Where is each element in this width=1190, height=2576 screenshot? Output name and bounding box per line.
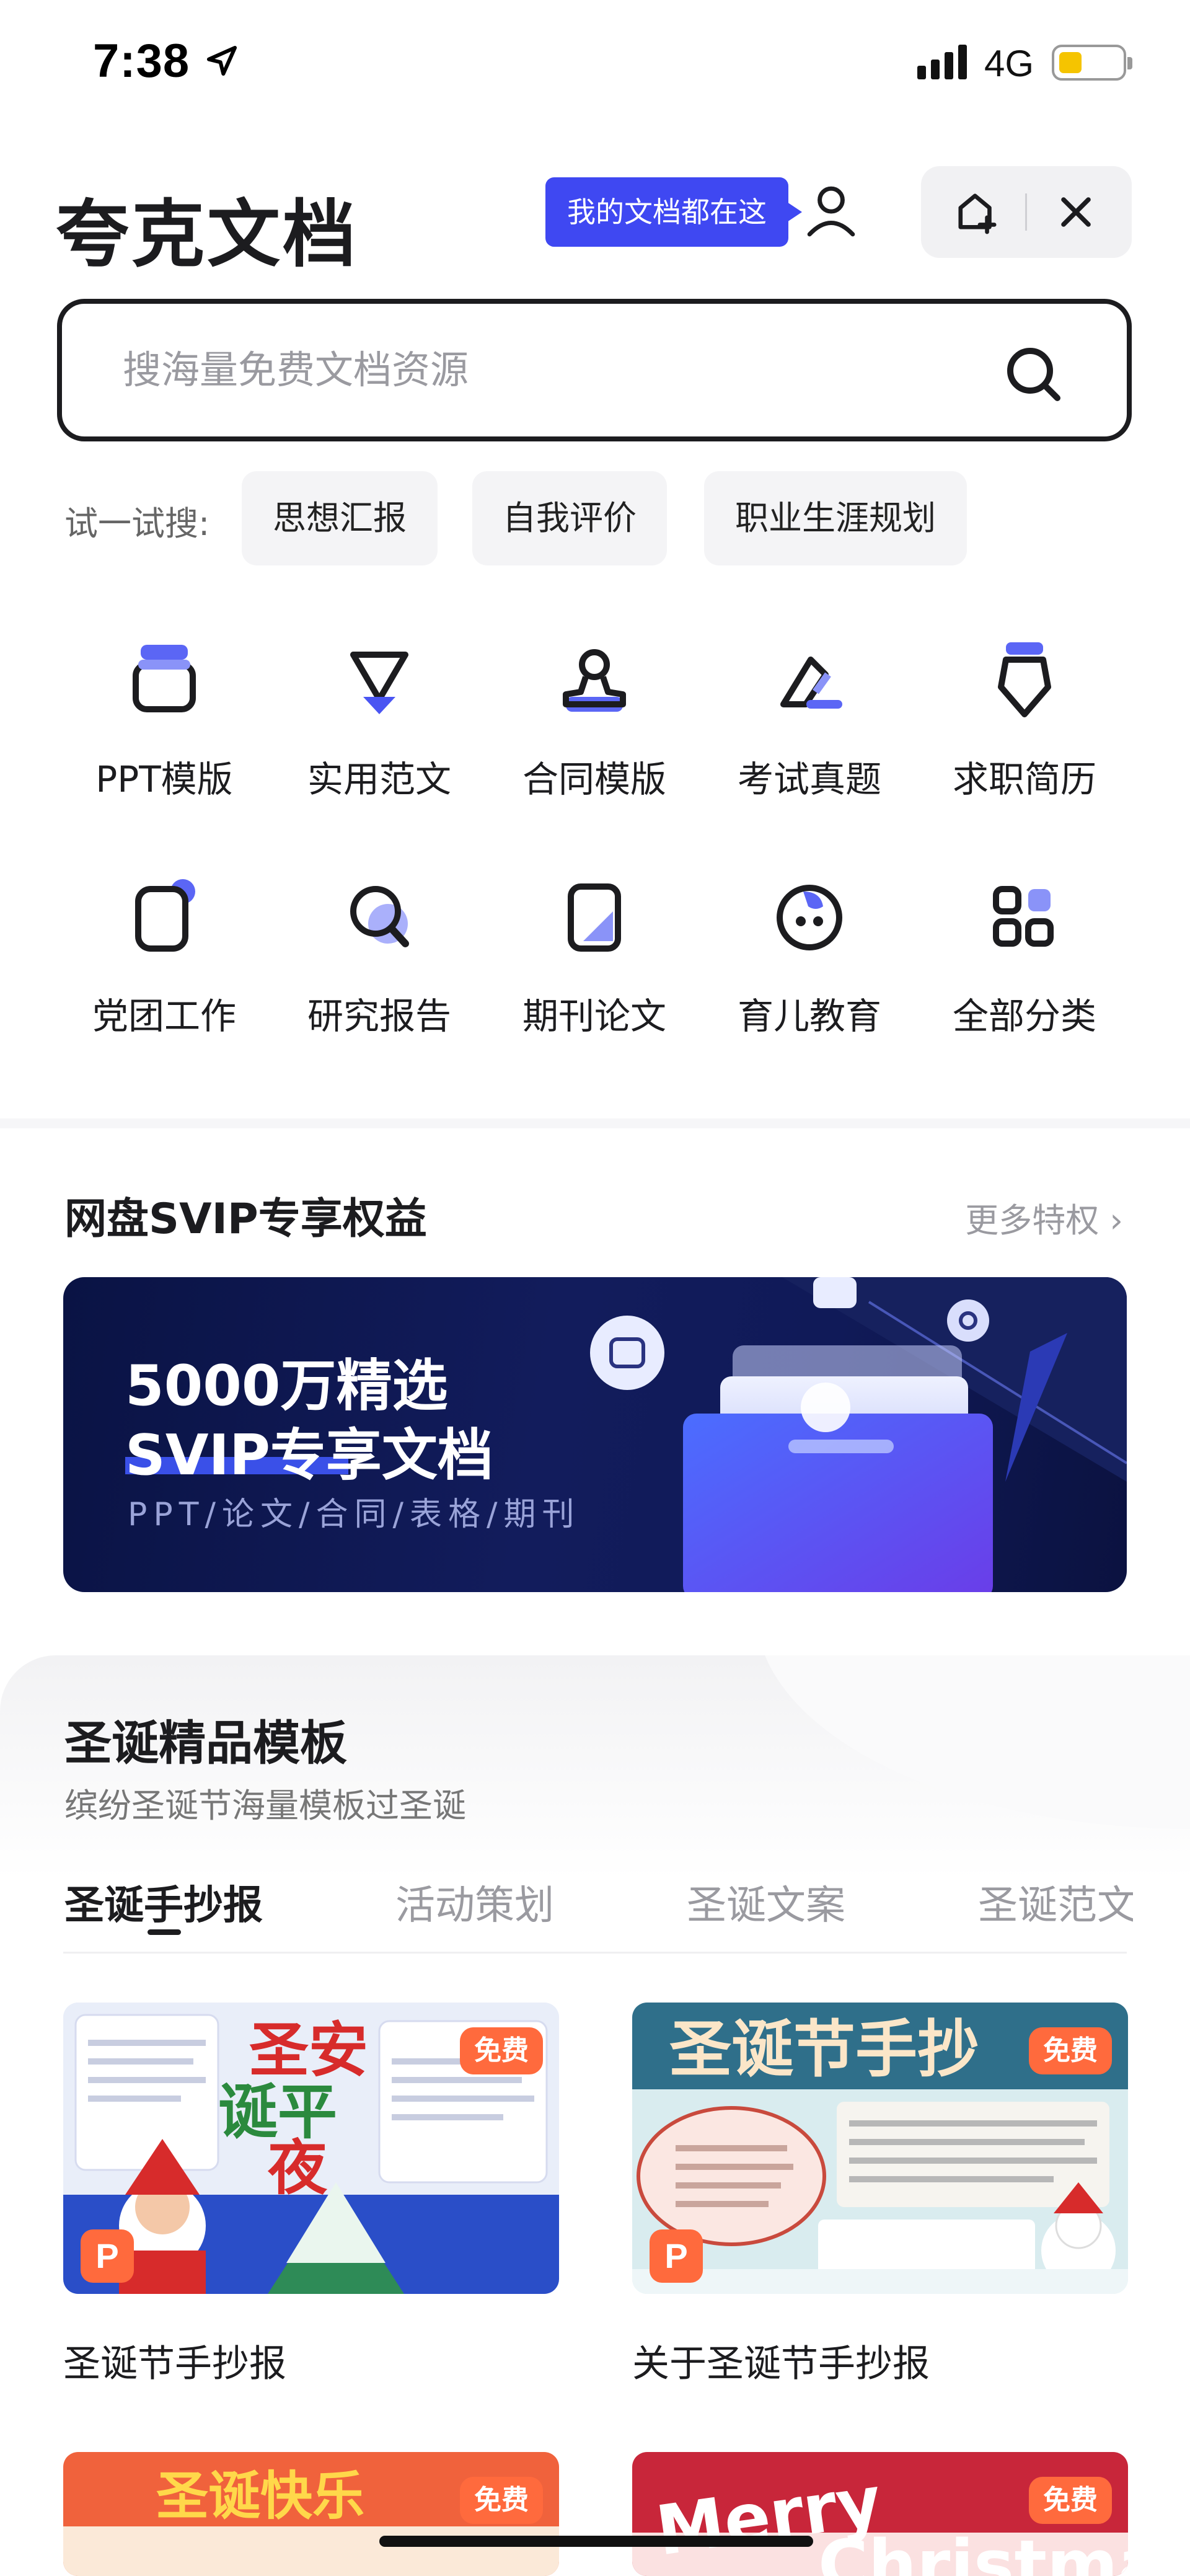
try-chip-自我评价[interactable]: 自我评价 xyxy=(472,471,667,565)
category-label: 育儿教育 xyxy=(737,995,881,1037)
research-report-icon xyxy=(350,886,409,947)
journal-paper-icon xyxy=(568,883,621,952)
free-badge: 免费 xyxy=(1029,2477,1112,2524)
category-label: 合同模版 xyxy=(522,758,666,800)
svg-text:圣诞快乐: 圣诞快乐 xyxy=(156,2466,364,2526)
practical-essay-icon xyxy=(350,652,408,714)
my-docs-tip[interactable]: 我的文档都在这 xyxy=(545,177,802,247)
app-title: 夸克文档 xyxy=(56,192,359,277)
category-label: 实用范文 xyxy=(307,758,451,800)
free-badge: 免费 xyxy=(460,2027,543,2074)
category-exam-paper[interactable]: 考试真题 xyxy=(704,637,915,802)
add-to-home-icon[interactable] xyxy=(956,191,999,234)
category-ppt-template[interactable]: PPT模版 xyxy=(59,637,270,802)
card-thumbnail[interactable]: Merry Christmas 免费 xyxy=(632,2452,1128,2576)
battery-level xyxy=(1059,52,1082,73)
tab-christmas-copy[interactable]: 圣诞文案 xyxy=(687,1874,845,1931)
parenting-icon xyxy=(777,885,842,950)
category-all[interactable]: 全部分类 xyxy=(919,874,1130,1039)
svg-text:Christmas: Christmas xyxy=(818,2525,1128,2576)
signal-icon xyxy=(917,45,967,79)
search-icon[interactable] xyxy=(1003,343,1062,403)
search-input[interactable] xyxy=(121,338,930,401)
category-label: 全部分类 xyxy=(952,995,1096,1037)
category-practical-essay[interactable]: 实用范文 xyxy=(274,637,485,802)
tab-scroll-clip: 圣诞范文 xyxy=(978,1866,1133,1928)
try-chip-思想汇报[interactable]: 思想汇报 xyxy=(242,471,438,565)
card-title[interactable]: 关于圣诞节手抄报 xyxy=(632,2334,930,2388)
svip-banner[interactable]: 5000万精选 SVIP专享文档 PPT/论文/合同/表格/期刊 xyxy=(63,1277,1127,1592)
close-icon[interactable] xyxy=(1059,195,1093,229)
search-box[interactable] xyxy=(57,299,1132,441)
category-parenting[interactable]: 育儿教育 xyxy=(704,874,915,1039)
card-thumbnail[interactable]: 圣诞节手抄 免费 P xyxy=(632,2003,1128,2294)
party-work-icon xyxy=(135,879,195,952)
svg-text:圣安: 圣安 xyxy=(249,2016,368,2085)
ppt-template-icon xyxy=(133,645,196,712)
resume-icon xyxy=(998,642,1051,717)
tab-christmas-handwritten[interactable]: 圣诞手抄报 xyxy=(64,1874,263,1931)
ppt-type-icon: P xyxy=(650,2229,703,2283)
category-label: 求职简历 xyxy=(952,758,1096,800)
christmas-section-title: 圣诞精品模板 xyxy=(64,1715,347,1771)
category-contract-template[interactable]: 合同模版 xyxy=(489,637,700,802)
free-badge: 免费 xyxy=(460,2477,543,2524)
category-journal-paper[interactable]: 期刊论文 xyxy=(489,874,700,1039)
battery-icon xyxy=(1052,45,1132,81)
network-type: 4G xyxy=(984,43,1034,84)
all-categories-icon xyxy=(993,886,1054,947)
try-chip-职业生涯规划[interactable]: 职业生涯规划 xyxy=(704,471,967,565)
card-title[interactable]: 圣诞节手抄报 xyxy=(63,2334,286,2388)
category-party-work[interactable]: 党团工作 xyxy=(59,874,270,1039)
tab-event-planning[interactable]: 活动策划 xyxy=(395,1874,554,1931)
card-thumbnail[interactable]: 圣诞快乐 免费 xyxy=(63,2452,559,2576)
category-label: 期刊论文 xyxy=(522,995,666,1037)
status-bar: 7:38 4G xyxy=(0,0,1190,130)
tab-christmas-essay[interactable]: 圣诞范文 xyxy=(978,1874,1133,1928)
status-time: 7:38 xyxy=(93,35,190,87)
category-label: 考试真题 xyxy=(737,758,881,800)
tab-divider xyxy=(63,1952,1127,1954)
user-icon[interactable] xyxy=(806,184,857,237)
location-arrow-icon xyxy=(206,45,237,76)
category-label: 党团工作 xyxy=(92,995,236,1037)
svg-text:夜: 夜 xyxy=(267,2133,328,2203)
svg-text:圣诞节手抄: 圣诞节手抄 xyxy=(669,2012,979,2086)
section-divider xyxy=(0,1118,1190,1128)
contract-template-icon xyxy=(563,649,626,712)
category-resume[interactable]: 求职简历 xyxy=(919,637,1130,802)
card-thumbnail[interactable]: 圣安 诞平 夜 免费 P xyxy=(63,2003,559,2294)
active-tab-indicator xyxy=(148,1929,181,1935)
free-badge: 免费 xyxy=(1029,2027,1112,2074)
christmas-subtitle: 缤纷圣诞节海量模板过圣诞 xyxy=(64,1786,466,1825)
home-indicator[interactable] xyxy=(379,2536,813,2547)
exam-paper-icon xyxy=(780,657,842,709)
mini-program-capsule xyxy=(921,166,1132,258)
banner-headline: 5000万精选 xyxy=(125,1353,448,1419)
more-privileges-link[interactable]: 更多特权 › xyxy=(965,1193,1123,1242)
try-search-label: 试一试搜: xyxy=(64,504,210,543)
ppt-type-icon: P xyxy=(81,2229,134,2283)
category-research-report[interactable]: 研究报告 xyxy=(274,874,485,1039)
banner-subheadline: SVIP专享文档 xyxy=(125,1423,493,1488)
category-label: 研究报告 xyxy=(307,995,451,1037)
category-label: PPT模版 xyxy=(95,758,233,800)
svip-section-title: 网盘SVIP专享权益 xyxy=(64,1195,427,1244)
banner-categories: PPT/论文/合同/表格/期刊 xyxy=(128,1496,581,1533)
